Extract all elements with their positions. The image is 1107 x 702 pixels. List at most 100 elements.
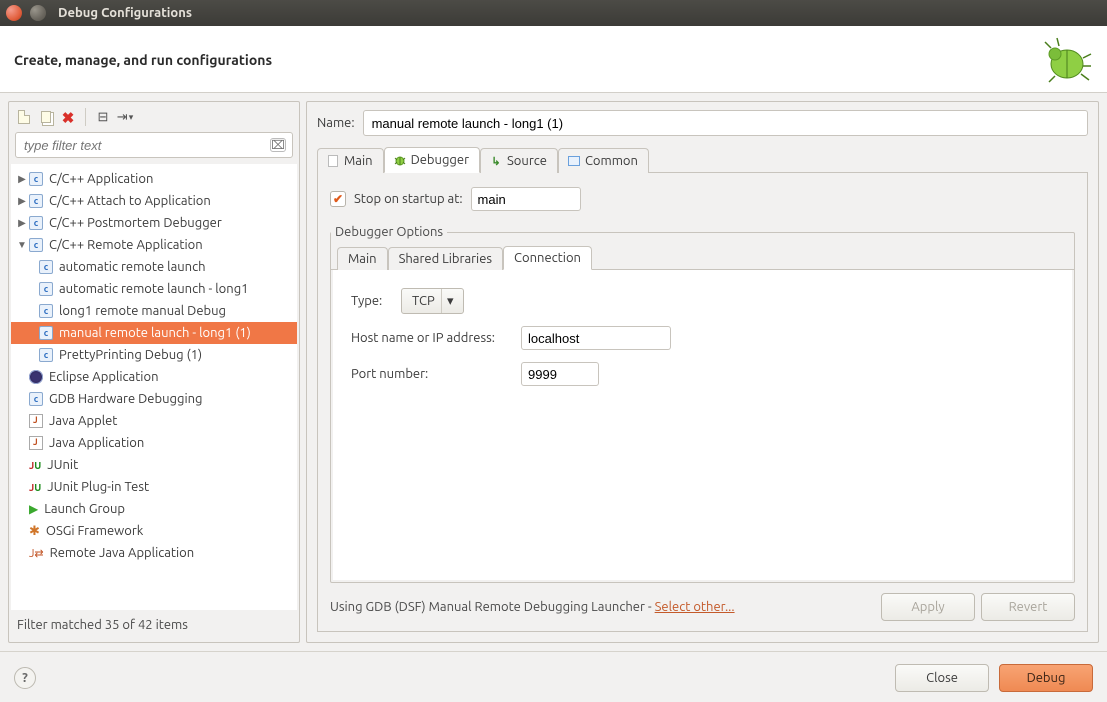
java-icon xyxy=(29,436,43,450)
connection-panel: Type: TCP ▾ Host name or IP address: Por… xyxy=(333,270,1072,580)
tree-item[interactable]: c PrettyPrinting Debug (1) xyxy=(11,344,297,366)
tree-item[interactable]: ▶Java Application xyxy=(11,432,297,454)
tree-item[interactable]: ▼cC/C++ Remote Application xyxy=(11,234,297,256)
tab-debugger[interactable]: Debugger xyxy=(384,147,480,173)
tree-item[interactable]: ▶JUJUnit Plug-in Test xyxy=(11,476,297,498)
cpp-config-icon: c xyxy=(39,282,53,296)
tree-expander-icon[interactable]: ▶ xyxy=(15,217,29,229)
stop-on-startup-checkbox[interactable] xyxy=(330,191,346,207)
tree-item[interactable]: ▶c C/C++ Attach to Application xyxy=(11,190,297,212)
stop-on-startup-label: Stop on startup at: xyxy=(354,192,463,206)
tree-item-label: C/C++ Attach to Application xyxy=(49,194,211,208)
tree-item-label: Launch Group xyxy=(44,502,125,516)
dialog-footer: ? Close Debug xyxy=(0,651,1107,702)
select-other-link[interactable]: Select other... xyxy=(655,600,735,614)
tree-expander-icon[interactable]: ▶ xyxy=(15,195,29,207)
help-button[interactable]: ? xyxy=(14,667,36,689)
osgi-icon: ✱ xyxy=(29,524,40,539)
tree-item[interactable]: cautomatic remote launch xyxy=(11,256,297,278)
tree-item-label: C/C++ Postmortem Debugger xyxy=(49,216,222,230)
tree-toolbar: ✖ ⊟ ⇥▾ xyxy=(9,102,299,130)
config-tree[interactable]: ▶cC/C++ Application▶cC/C++ Attach to App… xyxy=(11,164,297,610)
tree-item-label: JUnit Plug-in Test xyxy=(47,480,149,494)
duplicate-config-button[interactable] xyxy=(37,108,55,126)
window-title: Debug Configurations xyxy=(58,6,192,20)
tab-source[interactable]: ↳ Source xyxy=(480,148,558,173)
debug-bug-icon xyxy=(1037,36,1093,84)
tab-debugger-content: Stop on startup at: Debugger Options Mai… xyxy=(317,173,1088,632)
tree-item[interactable]: ▶cC/C++ Postmortem Debugger xyxy=(11,212,297,234)
tab-common[interactable]: Common xyxy=(558,148,649,173)
cpp-config-icon: c xyxy=(39,304,53,318)
tree-item[interactable]: cmanual remote launch - long1 (1) xyxy=(11,322,297,344)
launcher-prefix: Using GDB (DSF) Manual Remote Debugging … xyxy=(330,600,655,614)
tree-item-label: manual remote launch - long1 (1) xyxy=(59,326,251,340)
cpp-config-icon: c xyxy=(29,392,43,406)
collapse-all-button[interactable]: ⊟ xyxy=(94,108,112,126)
stop-on-startup-input[interactable] xyxy=(471,187,581,211)
debugger-options-group: Debugger Options Main Shared Libraries C… xyxy=(330,225,1075,583)
tree-item[interactable]: ▶J⇄Remote Java Application xyxy=(11,542,297,564)
tree-item-label: long1 remote manual Debug xyxy=(59,304,226,318)
tree-item[interactable]: c long1 remote manual Debug xyxy=(11,300,297,322)
tree-expander-icon[interactable]: ▼ xyxy=(15,239,29,251)
launcher-text: Using GDB (DSF) Manual Remote Debugging … xyxy=(330,600,875,614)
subtab-main[interactable]: Main xyxy=(337,247,388,270)
junit-icon: JU xyxy=(29,460,41,471)
chevron-down-icon: ▾ xyxy=(441,289,459,313)
tree-item-label: Java Application xyxy=(49,436,144,450)
tree-item[interactable]: ▶▶Launch Group xyxy=(11,498,297,520)
document-icon xyxy=(326,154,340,168)
new-config-button[interactable] xyxy=(15,108,33,126)
tree-item-label: JUnit xyxy=(47,458,78,472)
config-editor-panel: Name: Main Debugger ↳ Source Common xyxy=(306,101,1099,643)
duplicate-document-icon xyxy=(41,111,51,123)
window-minimize-icon[interactable] xyxy=(30,5,46,21)
cpp-config-icon: c xyxy=(29,194,43,208)
tree-item-label: Java Applet xyxy=(49,414,117,428)
connection-type-select[interactable]: TCP ▾ xyxy=(401,288,464,314)
tree-item-label: C/C++ Application xyxy=(49,172,153,186)
tree-item-label: PrettyPrinting Debug (1) xyxy=(59,348,202,362)
common-icon xyxy=(567,154,581,168)
cpp-config-icon: c xyxy=(39,348,53,362)
subtab-shared-libraries[interactable]: Shared Libraries xyxy=(388,247,503,270)
tree-item-label: GDB Hardware Debugging xyxy=(49,392,203,406)
tree-item[interactable]: ▶JUJUnit xyxy=(11,454,297,476)
tree-expander-icon[interactable]: ▶ xyxy=(15,173,29,185)
dialog-header: Create, manage, and run configurations xyxy=(0,26,1107,93)
junit-icon: JU xyxy=(29,482,41,493)
filter-menu-button[interactable]: ⇥▾ xyxy=(116,108,134,126)
tree-item[interactable]: ▶cGDB Hardware Debugging xyxy=(11,388,297,410)
tree-item[interactable]: ▶Eclipse Application xyxy=(11,366,297,388)
filter-text-field[interactable]: ⌧ xyxy=(15,132,293,158)
window-close-icon[interactable] xyxy=(6,5,22,21)
tree-item-label: automatic remote launch xyxy=(59,260,206,274)
tab-main[interactable]: Main xyxy=(317,148,384,173)
host-input[interactable] xyxy=(521,326,671,350)
tree-item[interactable]: c automatic remote launch - long1 xyxy=(11,278,297,300)
revert-button[interactable]: Revert xyxy=(981,593,1075,621)
tree-item-label: automatic remote launch - long1 xyxy=(59,282,249,296)
tree-item-label: Remote Java Application xyxy=(50,546,195,560)
bug-icon xyxy=(393,153,407,167)
tab-debugger-label: Debugger xyxy=(411,153,469,167)
tab-main-label: Main xyxy=(344,154,373,168)
port-input[interactable] xyxy=(521,362,599,386)
clear-filter-icon[interactable]: ⌧ xyxy=(270,138,286,152)
tree-item[interactable]: ▶✱OSGi Framework xyxy=(11,520,297,542)
filter-input[interactable] xyxy=(22,137,270,154)
delete-config-button[interactable]: ✖ xyxy=(59,108,77,126)
close-button[interactable]: Close xyxy=(895,664,989,692)
toolbar-separator xyxy=(85,108,86,126)
eclipse-icon xyxy=(29,370,43,384)
caret-down-icon: ▾ xyxy=(129,112,134,123)
apply-button[interactable]: Apply xyxy=(881,593,975,621)
tree-item-label: C/C++ Remote Application xyxy=(49,238,203,252)
tree-item-label: Eclipse Application xyxy=(49,370,159,384)
tree-item[interactable]: ▶cC/C++ Application xyxy=(11,168,297,190)
subtab-connection[interactable]: Connection xyxy=(503,246,592,270)
debug-button[interactable]: Debug xyxy=(999,664,1093,692)
tree-item[interactable]: ▶Java Applet xyxy=(11,410,297,432)
name-input[interactable] xyxy=(363,110,1088,136)
